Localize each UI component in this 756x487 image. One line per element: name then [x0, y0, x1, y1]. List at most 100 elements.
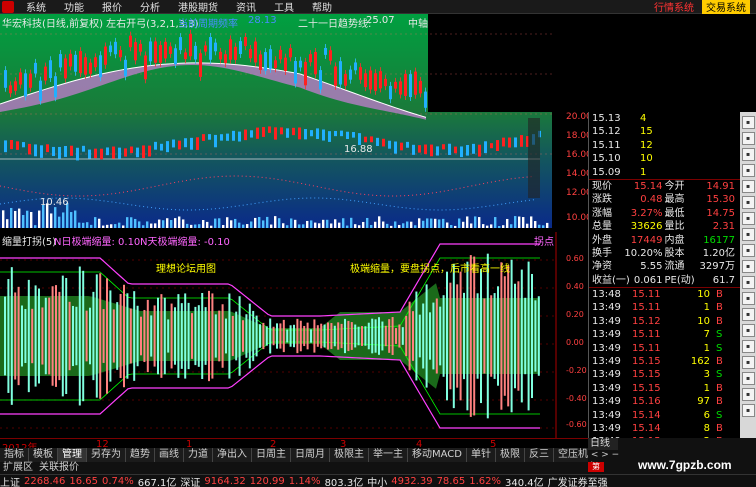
tick-row[interactable]: 13:49 15.14 6 S	[589, 409, 740, 422]
tab2-1[interactable]: 关联报价	[36, 462, 82, 474]
candle	[118, 147, 121, 159]
tick-row[interactable]: 13:49 15.11 1 S	[589, 342, 740, 355]
toolbar-icon[interactable]: ▪	[741, 372, 755, 385]
tab-10[interactable]: 极限主	[330, 448, 369, 462]
tick-price: 15.14	[632, 409, 661, 421]
candle	[142, 145, 145, 159]
toolbar-icon[interactable]: ▪	[741, 116, 755, 129]
candle	[129, 35, 132, 48]
toolbar-icon[interactable]: ▪	[741, 340, 755, 353]
tab-11[interactable]: 举一主	[369, 448, 408, 462]
candle	[179, 37, 182, 51]
menu-item-analysis[interactable]: 分析	[131, 0, 169, 14]
tab-2[interactable]: 管理	[58, 448, 87, 462]
tab-6[interactable]: 力道	[184, 448, 213, 462]
toolbar-icon[interactable]: ▪	[741, 164, 755, 177]
oscillator-bar	[520, 269, 523, 403]
period-selector[interactable]: 日线	[588, 438, 618, 450]
tick-direction: B	[716, 315, 723, 327]
oscillator-bar	[99, 273, 102, 399]
volume-bar	[342, 218, 345, 228]
indicator-chart[interactable]: 理想论坛用图 极端缩量，要盘拐点，后市看高一线 0.60 0.40 0.20 0…	[0, 232, 588, 438]
oscillator-bar	[89, 307, 91, 365]
candle	[134, 42, 137, 61]
toolbar-icon[interactable]: ▪	[741, 308, 755, 321]
oscillator-bar	[367, 322, 370, 350]
tick-row[interactable]: 13:49 15.16 97 B	[589, 395, 740, 408]
trade-system-button[interactable]: 交易系统	[702, 0, 750, 14]
oscillator-bar	[361, 326, 363, 346]
bottom-right-panel: 日线 < > − + 第 www.7gpzb.com	[588, 438, 756, 474]
tab-0[interactable]: 指标	[0, 448, 29, 462]
toolbar-icon[interactable]: ▪	[741, 388, 755, 401]
tab-7[interactable]: 净出入	[213, 448, 252, 462]
menu-item-help[interactable]: 帮助	[303, 0, 341, 14]
toolbar-icon[interactable]: ▪	[741, 180, 755, 193]
toolbar-icon[interactable]: ▪	[741, 260, 755, 273]
candle	[394, 81, 397, 89]
menu-item-news[interactable]: 资讯	[227, 0, 265, 14]
menu-item-system[interactable]: 系统	[17, 0, 55, 14]
oscillator-bar	[381, 321, 384, 351]
volume-bar	[202, 220, 205, 228]
oscillator-bar	[459, 271, 462, 401]
tick-direction: S	[716, 342, 723, 354]
tick-row[interactable]: 13:49 15.15 1 B	[589, 382, 740, 395]
candle	[514, 137, 517, 148]
menu-item-function[interactable]: 功能	[55, 0, 93, 14]
tab-12[interactable]: 移动MACD	[408, 448, 467, 462]
oscillator-bar	[405, 315, 408, 357]
volume-bar	[226, 217, 229, 228]
toolbar-icon[interactable]: ▪	[741, 276, 755, 289]
tick-row[interactable]: 13:49 15.15 162 B	[589, 355, 740, 368]
tab-4[interactable]: 趋势	[126, 448, 155, 462]
tick-row[interactable]: 13:49 15.12 10 B	[589, 315, 740, 328]
tick-row[interactable]: 13:49 15.14 8 B	[589, 422, 740, 435]
status-item: 上证	[0, 477, 20, 487]
oscillator-bar	[228, 293, 231, 379]
toolbar-icon[interactable]: ▪	[741, 228, 755, 241]
toolbar-icon[interactable]: ▪	[741, 132, 755, 145]
volume-bar	[478, 217, 481, 228]
tab-3[interactable]: 另存为	[87, 448, 126, 462]
tick-row[interactable]: 13:48 15.11 10 B	[589, 288, 740, 301]
tab-9[interactable]: 日周月	[291, 448, 330, 462]
toolbar-icon[interactable]: ▪	[741, 404, 755, 417]
candle	[234, 46, 237, 60]
oscillator-bar	[75, 306, 78, 366]
oscillator-bar	[48, 297, 51, 375]
toolbar-icon[interactable]: ▪	[741, 324, 755, 337]
tab-5[interactable]: 画线	[155, 448, 184, 462]
menu-item-hk-futures[interactable]: 港股期货	[169, 0, 227, 14]
quote-key: 总量	[592, 221, 612, 233]
tab-15[interactable]: 反三	[525, 448, 554, 462]
oscillator-bar	[194, 306, 197, 366]
side-toolbar: ▪ ▪ ▪ ▪ ▪ ▪ ▪ ▪ ▪ ▪ ▪ ▪ ▪ ▪ ▪ ▪ ▪ ▪ ▪	[740, 112, 756, 438]
nav-buttons[interactable]: < > − +	[588, 450, 626, 470]
oscillator-bar	[58, 291, 61, 381]
candle	[478, 144, 481, 157]
tab-14[interactable]: 极限	[496, 448, 525, 462]
tick-row[interactable]: 13:49 15.11 1 B	[589, 301, 740, 314]
tick-row[interactable]: 13:49 15.11 7 S	[589, 328, 740, 341]
tab-1[interactable]: 模板	[29, 448, 58, 462]
tab-13[interactable]: 单针	[467, 448, 496, 462]
oscillator-bar	[44, 297, 47, 375]
tab2-0[interactable]: 扩展区	[0, 462, 36, 474]
toolbar-icon[interactable]: ▪	[741, 148, 755, 161]
tab-8[interactable]: 日周主	[252, 448, 291, 462]
menu-item-tools[interactable]: 工具	[265, 0, 303, 14]
quote-value: 2.31	[712, 221, 735, 233]
tick-time: 13:49	[592, 382, 621, 394]
toolbar-icon[interactable]: ▪	[741, 212, 755, 225]
toolbar-icon[interactable]: ▪	[741, 196, 755, 209]
price-chart[interactable]: 华宏科技(日线,前复权) 左右开弓(3,2,1,3,3) 当前周期频率 28.1…	[0, 14, 552, 228]
toolbar-icon[interactable]: ▪	[741, 356, 755, 369]
oscillator-bar	[296, 318, 299, 354]
toolbar-icon[interactable]: ▪	[741, 244, 755, 257]
tick-row[interactable]: 13:49 15.15 3 S	[589, 368, 740, 381]
volume-bar	[494, 217, 497, 228]
market-system-button[interactable]: 行情系统	[650, 0, 698, 14]
menu-item-quote[interactable]: 报价	[93, 0, 131, 14]
toolbar-icon[interactable]: ▪	[741, 292, 755, 305]
